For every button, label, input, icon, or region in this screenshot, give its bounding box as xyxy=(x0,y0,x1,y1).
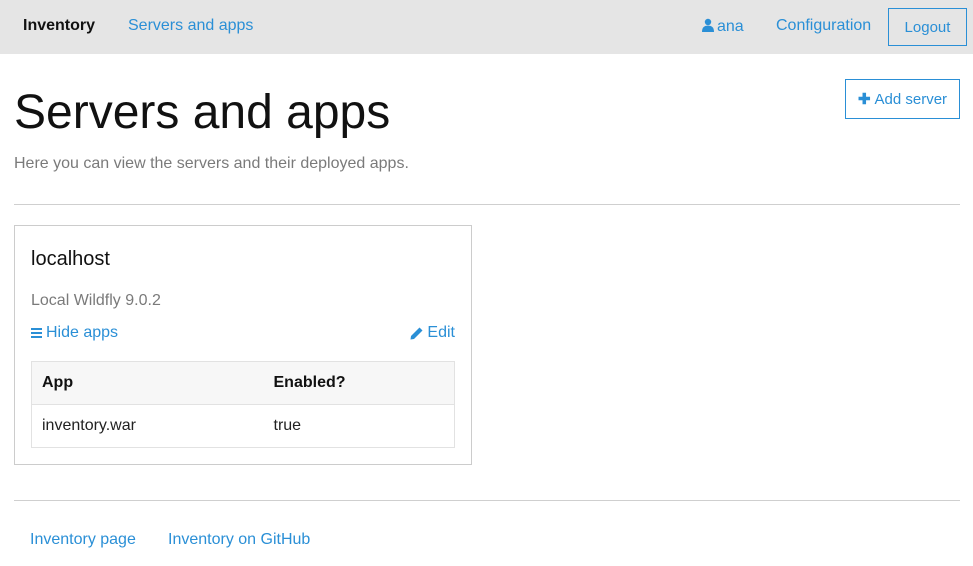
brand[interactable]: Inventory xyxy=(23,17,95,35)
column-header-app: App xyxy=(31,361,264,405)
user-name: ana xyxy=(717,18,744,35)
footer-inventory-page-link[interactable]: Inventory page xyxy=(30,531,136,549)
page-subtitle: Here you can view the servers and their … xyxy=(14,155,409,172)
add-server-label: Add server xyxy=(874,90,948,108)
hide-apps-label: Hide apps xyxy=(46,324,119,341)
apps-table: App Enabled? inventory.war true xyxy=(31,361,455,448)
server-description: Local Wildfly 9.0.2 xyxy=(31,292,161,309)
nav-configuration[interactable]: Configuration xyxy=(776,17,871,35)
nav-servers-and-apps[interactable]: Servers and apps xyxy=(128,17,253,35)
footer-github-link[interactable]: Inventory on GitHub xyxy=(168,531,310,549)
add-server-button[interactable]: ✚ Add server xyxy=(845,79,960,119)
nav-user-link[interactable]: ana xyxy=(702,17,744,36)
hide-apps-link[interactable]: Hide apps xyxy=(31,324,118,342)
table-header-row: App Enabled? xyxy=(31,361,455,405)
pencil-icon xyxy=(410,327,423,339)
app-enabled-cell: true xyxy=(263,404,455,448)
server-card: localhost Local Wildfly 9.0.2 Hide apps … xyxy=(14,225,472,465)
user-icon xyxy=(702,18,714,32)
table-row: inventory.war true xyxy=(31,404,455,448)
plus-icon: ✚ xyxy=(857,91,871,108)
column-header-enabled: Enabled? xyxy=(263,361,455,405)
page-title: Servers and apps xyxy=(14,86,391,139)
app-name-cell: inventory.war xyxy=(31,404,264,448)
divider xyxy=(14,204,960,205)
server-name: localhost xyxy=(31,248,110,270)
logout-button[interactable]: Logout xyxy=(888,8,967,46)
edit-label: Edit xyxy=(427,324,455,341)
top-navbar: Inventory Servers and apps ana Configura… xyxy=(0,0,973,54)
bars-icon xyxy=(31,328,42,338)
edit-server-link[interactable]: Edit xyxy=(410,324,455,342)
divider xyxy=(14,500,960,501)
